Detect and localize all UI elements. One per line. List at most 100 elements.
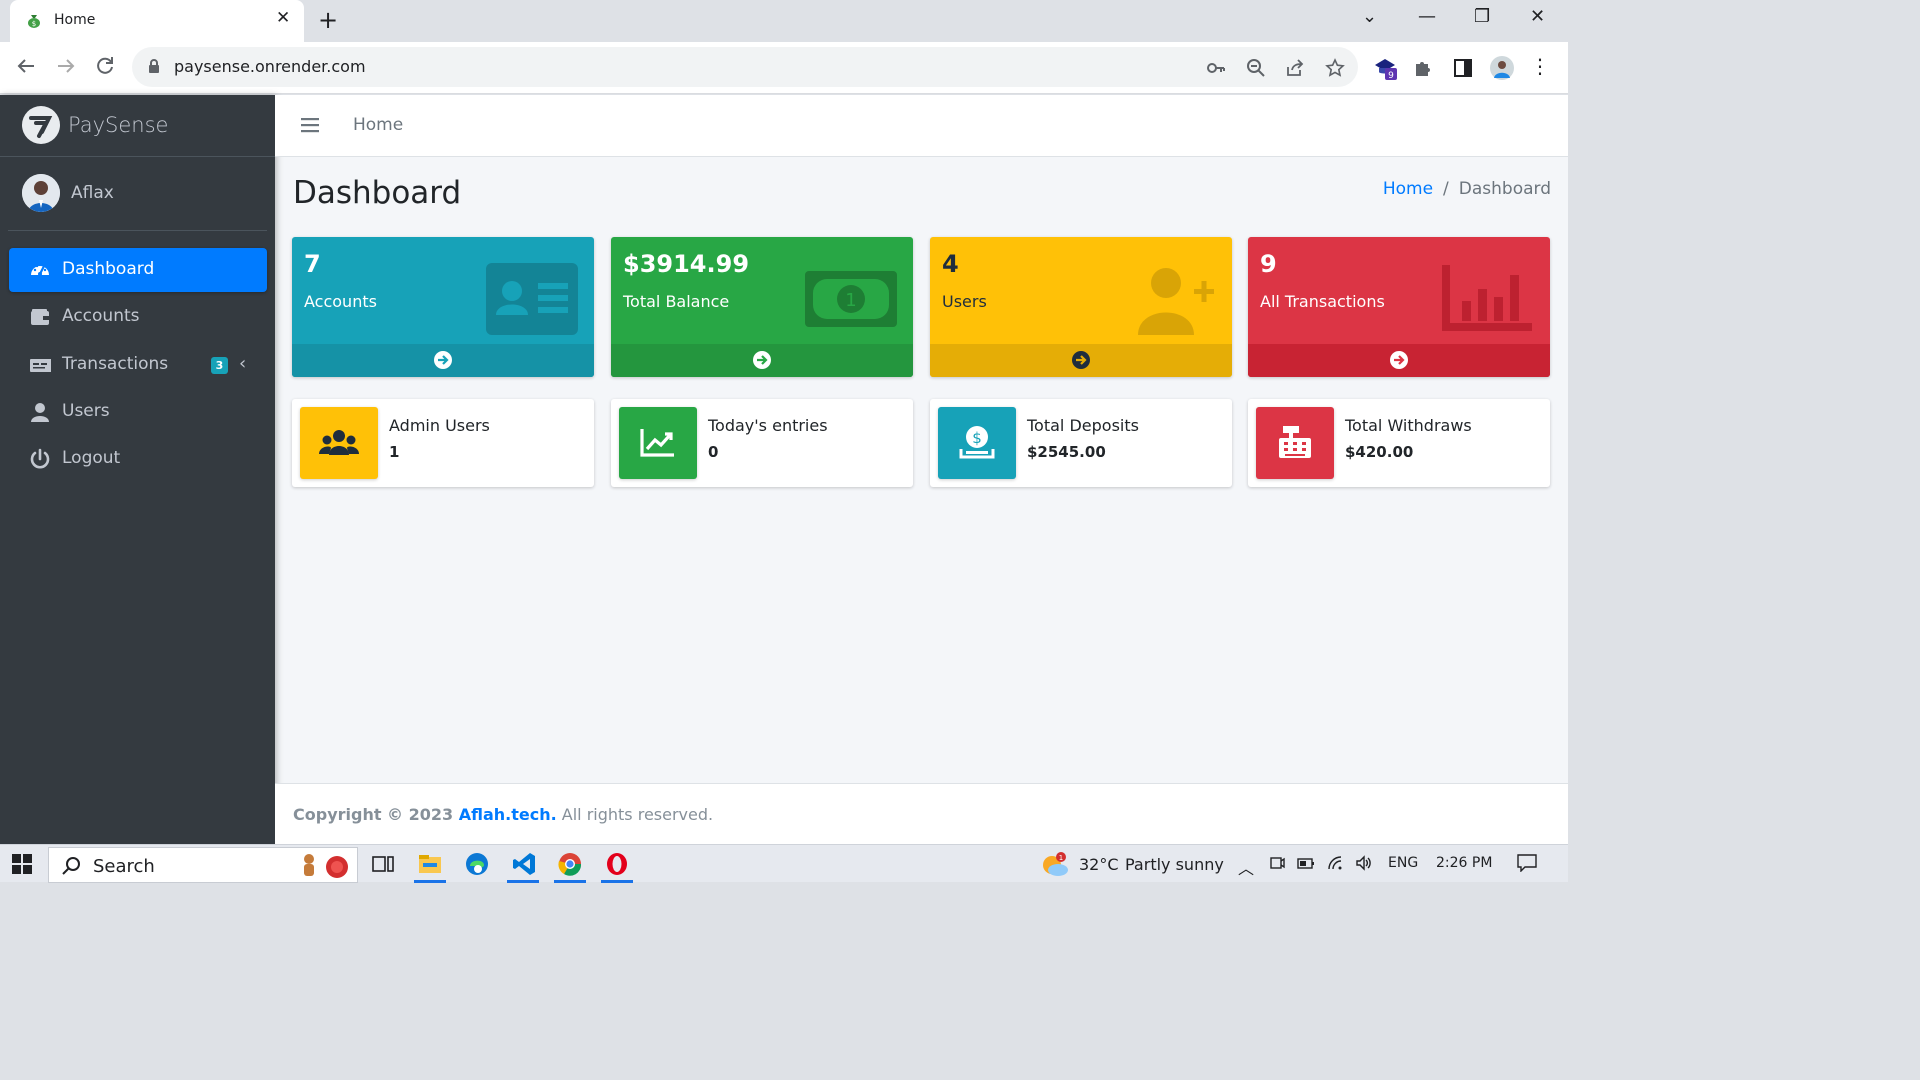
task-view-icon[interactable]: [370, 851, 396, 877]
tab-title: Home: [54, 12, 96, 28]
info-box-icon: [1256, 407, 1334, 479]
small-box-label: Accounts: [304, 292, 377, 311]
sidebar-item-label: Logout: [62, 448, 121, 468]
sidebar-item-accounts[interactable]: Accounts: [9, 295, 267, 339]
vscode-icon[interactable]: [511, 851, 537, 877]
zoom-out-icon[interactable]: [1246, 58, 1266, 78]
sidebar-item-users[interactable]: Users: [9, 390, 267, 434]
url-text[interactable]: paysense.onrender.com: [174, 57, 366, 76]
topnav-home-link[interactable]: Home: [353, 115, 403, 135]
footer-company-link[interactable]: Aflah.tech.: [459, 805, 557, 824]
users-icon: [319, 430, 359, 455]
lock-icon[interactable]: [148, 59, 160, 73]
new-tab-icon[interactable]: +: [318, 6, 338, 34]
taskbar-search-box[interactable]: Search: [48, 847, 358, 883]
arrow-circle-right-icon[interactable]: [753, 351, 771, 369]
side-panel-icon[interactable]: [1451, 56, 1475, 80]
small-box-footer[interactable]: [292, 344, 594, 377]
small-box-total-balance: $3914.99 Total Balance 1: [611, 237, 913, 377]
weather-temperature[interactable]: 32°C: [1079, 855, 1119, 874]
user-name[interactable]: Aflax: [71, 183, 114, 203]
money-bill-icon: 1: [805, 271, 897, 327]
sidebar-item-logout[interactable]: Logout: [9, 437, 267, 481]
window-close-icon[interactable]: ✕: [1530, 6, 1545, 27]
extension-graduation-icon[interactable]: 9: [1373, 56, 1397, 80]
wifi-icon[interactable]: [1327, 855, 1345, 871]
id-card-icon: [486, 263, 578, 335]
small-box-label: Users: [942, 292, 987, 311]
chart-bar-icon: [1442, 265, 1532, 331]
small-box-value: 4: [942, 250, 959, 278]
chevron-left-icon[interactable]: ‹: [239, 353, 246, 374]
breadcrumb-current: Dashboard: [1458, 179, 1551, 199]
small-box-label: All Transactions: [1260, 292, 1385, 311]
arrow-circle-right-icon[interactable]: [1072, 351, 1090, 369]
opera-active-indicator: [601, 880, 633, 883]
restore-icon[interactable]: ❐: [1474, 6, 1490, 27]
small-box-accounts: 7 Accounts: [292, 237, 594, 377]
info-box-todays-entries: Today's entries 0: [611, 399, 913, 487]
extensions-puzzle-icon[interactable]: [1412, 56, 1436, 80]
small-box-all-transactions: 9 All Transactions: [1248, 237, 1550, 377]
small-box-footer[interactable]: [611, 344, 913, 377]
battery-icon[interactable]: [1297, 855, 1315, 871]
browser-tab-strip: $ Home ✕ + ⌄ — ❐ ✕: [0, 0, 1568, 42]
page-footer: Copyright © 2023 Aflah.tech. All rights …: [275, 783, 1568, 844]
volume-icon[interactable]: [1355, 855, 1373, 871]
tachometer-icon: [31, 264, 49, 276]
small-box-value: $3914.99: [623, 250, 750, 278]
copyright-suffix: All rights reserved.: [556, 805, 714, 824]
show-hidden-icons-chevron-icon[interactable]: ︿: [1238, 855, 1254, 879]
tab-close-icon[interactable]: ✕: [276, 8, 290, 28]
clock-time[interactable]: 2:26 PM: [1436, 855, 1492, 871]
profile-avatar-icon[interactable]: [1490, 56, 1514, 80]
page-title: Dashboard: [293, 175, 462, 211]
forward-icon[interactable]: [54, 54, 78, 78]
chrome-icon[interactable]: [557, 851, 583, 877]
file-explorer-icon[interactable]: [417, 851, 443, 877]
reload-icon[interactable]: [93, 54, 117, 78]
small-box-label: Total Balance: [623, 292, 730, 311]
language-indicator[interactable]: ENG: [1388, 855, 1418, 871]
sidebar-item-dashboard[interactable]: Dashboard: [9, 248, 267, 292]
weather-condition[interactable]: Partly sunny: [1125, 855, 1224, 874]
minimize-icon[interactable]: —: [1418, 6, 1436, 27]
share-icon[interactable]: [1285, 58, 1305, 78]
browser-tab[interactable]: $ Home ✕: [10, 0, 304, 42]
hamburger-menu-icon[interactable]: [301, 117, 319, 133]
vscode-active-indicator: [507, 880, 539, 883]
breadcrumb-home-link[interactable]: Home: [1383, 179, 1433, 199]
bookmark-star-icon[interactable]: [1325, 58, 1345, 78]
sidebar-item-transactions[interactable]: Transactions 3 ‹: [9, 343, 267, 387]
key-icon[interactable]: [1206, 58, 1226, 78]
browser-menu-icon[interactable]: ⋮: [1528, 54, 1552, 78]
brand-link[interactable]: PaySense: [0, 95, 275, 157]
info-box-number: $2545.00: [1027, 443, 1106, 461]
notifications-icon[interactable]: [1517, 854, 1537, 872]
info-box-total-withdraws: Total Withdraws $420.00: [1248, 399, 1550, 487]
taskbar-search-label: Search: [93, 856, 155, 877]
sidebar-item-label: Dashboard: [62, 259, 155, 279]
info-box-title: Today's entries: [708, 416, 828, 435]
info-box-number: 1: [389, 443, 400, 461]
sidebar-item-label: Users: [62, 401, 110, 421]
user-panel[interactable]: Aflax: [8, 157, 267, 231]
arrow-circle-right-icon[interactable]: [1390, 351, 1408, 369]
edge-browser-icon[interactable]: [464, 851, 490, 877]
copyright-text: Copyright © 2023 Aflah.tech. All rights …: [293, 805, 713, 824]
user-icon: [31, 403, 49, 422]
windows-start-icon[interactable]: [12, 854, 32, 874]
arrow-circle-right-icon[interactable]: [434, 351, 452, 369]
small-box-footer[interactable]: [1248, 344, 1550, 377]
meet-now-icon[interactable]: [1269, 855, 1285, 871]
app-root: PaySense Aflax Dashboard Accounts Transa…: [0, 95, 1568, 844]
tab-search-icon[interactable]: ⌄: [1362, 6, 1377, 27]
sidebar-item-label: Transactions: [62, 354, 169, 374]
info-box-title: Total Deposits: [1027, 416, 1139, 435]
weather-partly-sunny-icon[interactable]: 1: [1040, 851, 1070, 879]
back-icon[interactable]: [14, 54, 38, 78]
small-box-footer[interactable]: [930, 344, 1232, 377]
address-bar[interactable]: paysense.onrender.com: [132, 47, 1358, 87]
breadcrumb: Home / Dashboard: [1382, 179, 1551, 199]
opera-icon[interactable]: [604, 851, 630, 877]
